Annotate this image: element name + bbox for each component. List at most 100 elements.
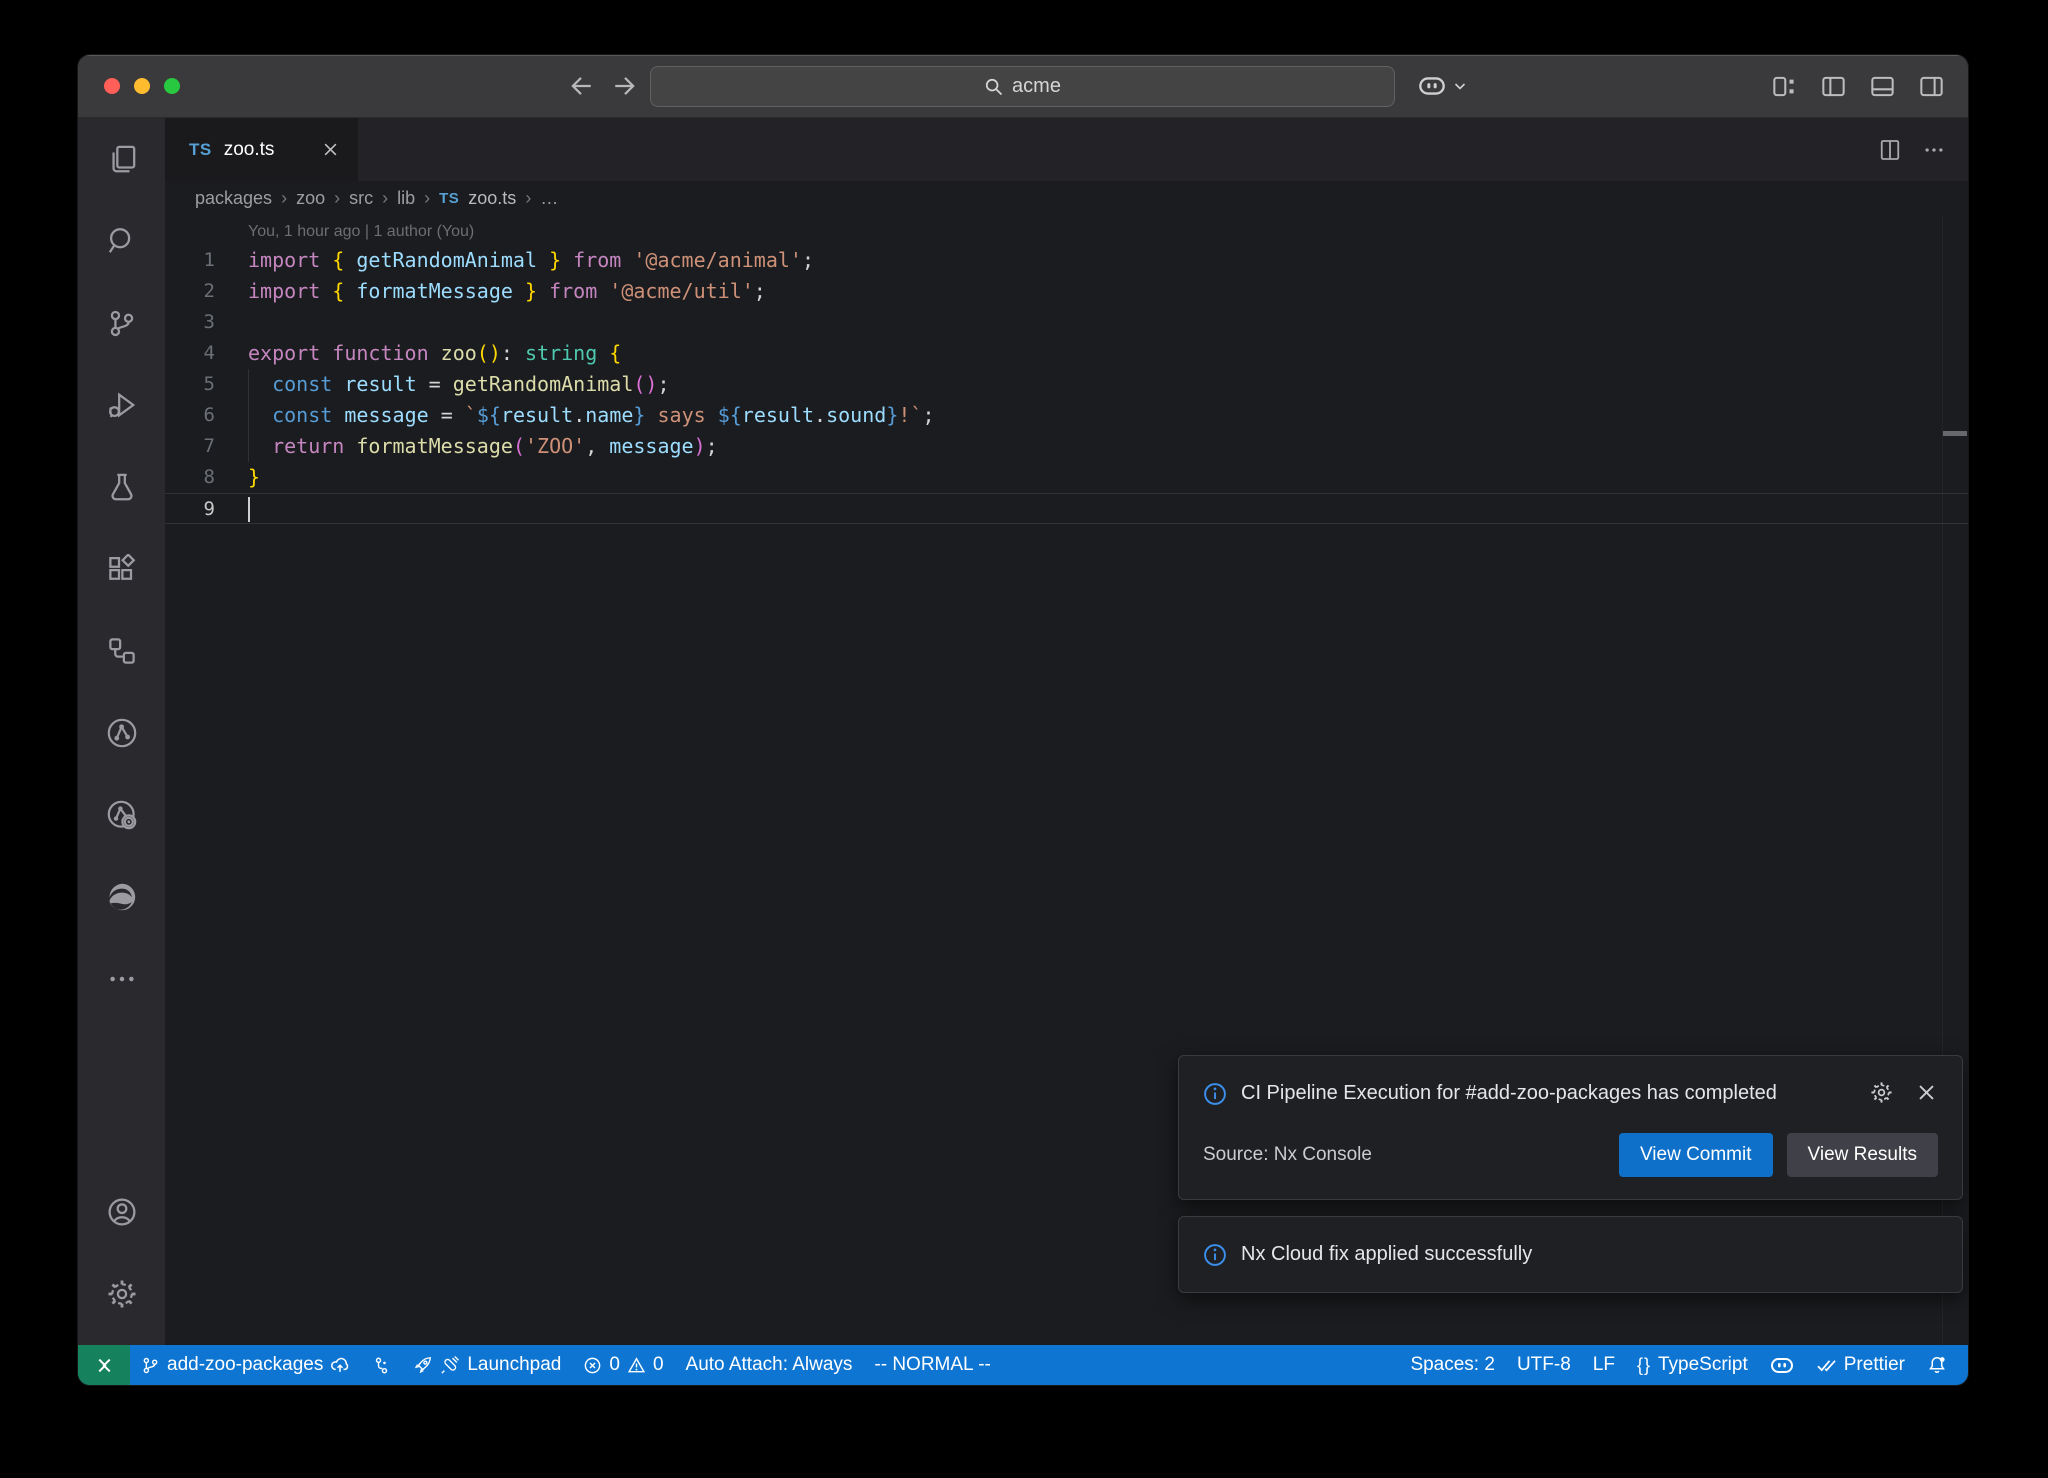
encoding-status[interactable]: UTF-8: [1506, 1345, 1582, 1385]
text-cursor: [248, 497, 250, 522]
warning-count: 0: [653, 1354, 664, 1376]
copilot-icon: [1770, 1357, 1794, 1374]
eol-status[interactable]: LF: [1582, 1345, 1626, 1385]
auto-attach-status[interactable]: Auto Attach: Always: [675, 1345, 864, 1385]
chevron-right-icon: ›: [281, 188, 287, 209]
typescript-file-icon: TS: [189, 140, 212, 160]
files-icon[interactable]: [78, 118, 165, 200]
back-arrow-icon[interactable]: [568, 73, 594, 99]
code-line[interactable]: 7 return formatMessage('ZOO', message);: [165, 431, 1968, 462]
forward-arrow-icon[interactable]: [612, 73, 638, 99]
code-text: return formatMessage('ZOO', message);: [248, 431, 718, 462]
nx-cloud-icon[interactable]: [78, 774, 165, 856]
code-line[interactable]: 1import { getRandomAnimal } from '@acme/…: [165, 245, 1968, 276]
code-text: }: [248, 462, 260, 493]
line-number: 5: [165, 369, 215, 400]
close-window-button[interactable]: [104, 78, 120, 94]
notification-settings-gear-icon[interactable]: [1870, 1081, 1893, 1104]
code-line[interactable]: 9: [165, 493, 1968, 524]
view-commit-button[interactable]: View Commit: [1619, 1133, 1773, 1177]
more-actions-icon[interactable]: [1922, 138, 1946, 162]
testing-icon[interactable]: [78, 446, 165, 528]
tab-bar: TS zoo.ts: [165, 118, 1968, 181]
notifications-bell[interactable]: [1916, 1345, 1958, 1385]
indent-guide: [248, 431, 249, 462]
error-icon: [583, 1356, 602, 1375]
breadcrumb-file[interactable]: zoo.ts: [468, 188, 516, 209]
run-debug-icon[interactable]: [78, 364, 165, 446]
info-icon: [1203, 1243, 1227, 1267]
copilot-icon: [1418, 76, 1446, 96]
formatter-status[interactable]: Prettier: [1805, 1345, 1916, 1385]
chevron-right-icon: ›: [334, 188, 340, 209]
custom-view-icon[interactable]: [78, 610, 165, 692]
command-center-search[interactable]: acme: [650, 66, 1395, 107]
tab-label: zoo.ts: [224, 139, 275, 161]
git-blame-annotation: You, 1 hour ago | 1 author (You): [165, 219, 1968, 245]
breadcrumb-item[interactable]: packages: [195, 188, 272, 209]
account-icon[interactable]: [78, 1171, 165, 1253]
notification-toast: Nx Cloud fix applied successfully: [1178, 1216, 1963, 1293]
toggle-secondary-sidebar-icon[interactable]: [1919, 74, 1944, 99]
vscode-window: acme: [78, 55, 1968, 1385]
indentation-status[interactable]: Spaces: 2: [1399, 1345, 1506, 1385]
code-text: import { formatMessage } from '@acme/uti…: [248, 276, 766, 307]
vim-mode-status[interactable]: -- NORMAL --: [863, 1345, 1001, 1385]
settings-gear-icon[interactable]: [78, 1253, 165, 1335]
pipeline-icon: [372, 1356, 391, 1375]
close-icon[interactable]: [1915, 1081, 1938, 1104]
language-status[interactable]: {} TypeScript: [1626, 1345, 1759, 1385]
launchpad-status[interactable]: Launchpad: [402, 1345, 572, 1385]
more-views-icon[interactable]: [78, 938, 165, 1020]
breadcrumb-more[interactable]: …: [540, 188, 558, 209]
notification-center: CI Pipeline Execution for #add-zoo-packa…: [1178, 1055, 1963, 1293]
chevron-down-icon: [1452, 78, 1468, 94]
nx-console-icon[interactable]: [78, 692, 165, 774]
titlebar: acme: [78, 55, 1968, 118]
breadcrumb-item[interactable]: src: [349, 188, 373, 209]
source-control-icon[interactable]: [78, 282, 165, 364]
git-branch-status[interactable]: add-zoo-packages: [130, 1345, 361, 1385]
indent-guide: [248, 369, 249, 400]
toggle-primary-sidebar-icon[interactable]: [1821, 74, 1846, 99]
code-lines: 1import { getRandomAnimal } from '@acme/…: [165, 245, 1968, 524]
code-line[interactable]: 6 const message = `${result.name} says $…: [165, 400, 1968, 431]
split-editor-icon[interactable]: [1878, 138, 1902, 162]
line-number: 3: [165, 307, 215, 338]
overview-ruler-mark: [1943, 431, 1967, 436]
code-line[interactable]: 8}: [165, 462, 1968, 493]
extensions-icon[interactable]: [78, 528, 165, 610]
search-icon[interactable]: [78, 200, 165, 282]
copilot-menu[interactable]: [1418, 76, 1468, 96]
breadcrumb: packages › zoo › src › lib › TS zoo.ts ›…: [165, 181, 1968, 215]
error-count: 0: [609, 1354, 620, 1376]
code-line[interactable]: 4export function zoo(): string {: [165, 338, 1968, 369]
code-line[interactable]: 2import { formatMessage } from '@acme/ut…: [165, 276, 1968, 307]
notification-toast: CI Pipeline Execution for #add-zoo-packa…: [1178, 1055, 1963, 1200]
toggle-panel-icon[interactable]: [1870, 74, 1895, 99]
customize-layout-icon[interactable]: [1772, 74, 1797, 99]
activity-bar: [78, 118, 165, 1345]
notification-message: Nx Cloud fix applied successfully: [1241, 1239, 1532, 1270]
minimize-window-button[interactable]: [134, 78, 150, 94]
rocket-icon: [413, 1355, 433, 1375]
code-text: export function zoo(): string {: [248, 338, 621, 369]
cloud-upload-icon: [330, 1355, 350, 1375]
pipeline-status[interactable]: [361, 1345, 402, 1385]
code-line[interactable]: 3: [165, 307, 1968, 338]
edge-tools-icon[interactable]: [78, 856, 165, 938]
indent-guide: [248, 400, 249, 431]
breadcrumb-item[interactable]: zoo: [296, 188, 325, 209]
view-results-button[interactable]: View Results: [1787, 1133, 1938, 1177]
tab-zoo-ts[interactable]: TS zoo.ts: [165, 118, 358, 181]
problems-status[interactable]: 0 0: [572, 1345, 674, 1385]
chevron-right-icon: ›: [382, 188, 388, 209]
close-tab-icon[interactable]: [321, 140, 340, 159]
code-line[interactable]: 5 const result = getRandomAnimal();: [165, 369, 1968, 400]
breadcrumb-item[interactable]: lib: [397, 188, 415, 209]
copilot-status[interactable]: [1759, 1345, 1805, 1385]
zoom-window-button[interactable]: [164, 78, 180, 94]
window-controls: [104, 78, 180, 94]
history-nav: [568, 73, 638, 99]
remote-indicator[interactable]: [78, 1345, 130, 1385]
